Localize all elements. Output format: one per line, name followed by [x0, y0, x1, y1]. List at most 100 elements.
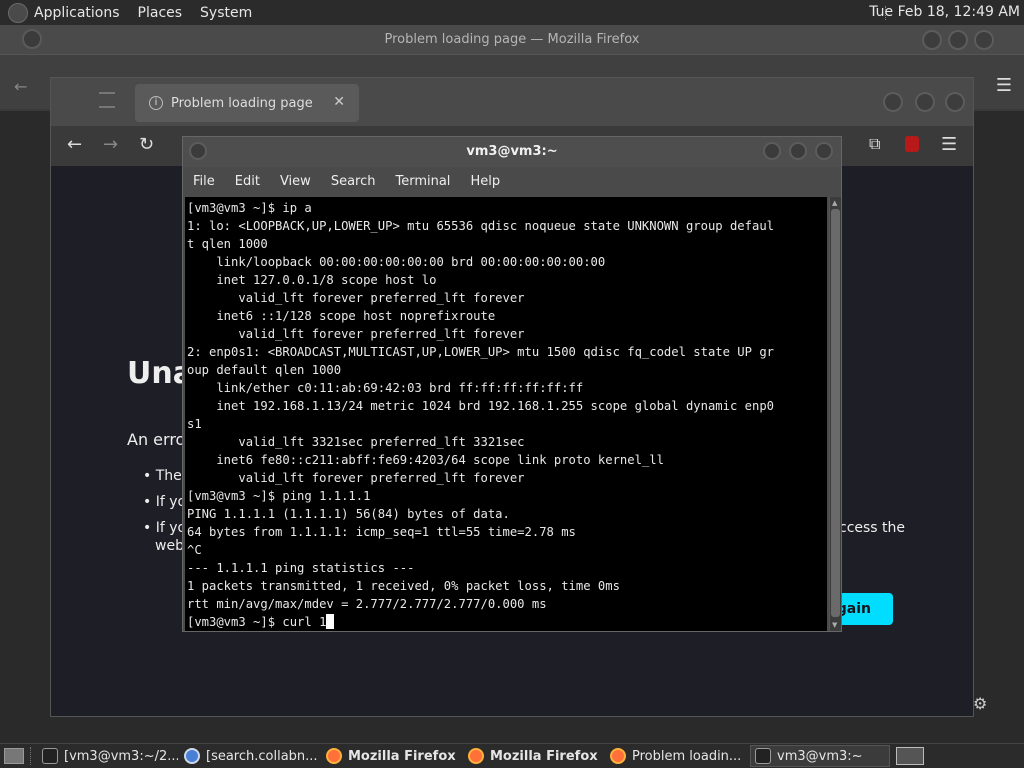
terminal-line: t qlen 1000	[187, 237, 268, 251]
terminal-line: ^C	[187, 543, 202, 557]
menu-applications[interactable]: Applications	[34, 5, 120, 21]
taskbar-item-active[interactable]: vm3@vm3:~	[750, 745, 890, 767]
tab-title: Problem loading page	[171, 95, 313, 111]
maximize-icon[interactable]	[948, 30, 968, 50]
maximize-icon[interactable]	[915, 92, 935, 112]
taskbar-item[interactable]: [search.collabn...	[180, 745, 320, 767]
forward-arrow-icon[interactable]: →	[103, 134, 118, 155]
error-bullet-continuation: web	[155, 538, 184, 554]
taskbar-item-label: [vm3@vm3:~/2...	[64, 748, 178, 764]
terminal-line: oup default qlen 1000	[187, 363, 342, 377]
close-icon[interactable]	[945, 92, 965, 112]
terminal-line: --- 1.1.1.1 ping statistics ---	[187, 561, 415, 575]
error-bullet: • The	[143, 468, 182, 484]
minimize-icon[interactable]	[922, 30, 942, 50]
extensions-icon[interactable]: ⧉	[869, 134, 880, 154]
terminal-line: s1	[187, 417, 202, 431]
back-arrow-icon[interactable]: ←	[14, 77, 27, 96]
terminal-line: valid_lft 3321sec preferred_lft 3321sec	[187, 435, 525, 449]
terminal-input: [vm3@vm3 ~]$ curl 1	[187, 615, 327, 629]
terminal-line: link/ether c0:11:ab:69:42:03 brd ff:ff:f…	[187, 381, 584, 395]
terminal-line: valid_lft forever preferred_lft forever	[187, 327, 525, 341]
close-icon[interactable]	[815, 142, 833, 160]
top-panel: Applications Places System Tue Feb 18, 1…	[0, 0, 1024, 25]
terminal-line: [vm3@vm3 ~]$ ping 1.1.1.1	[187, 489, 371, 503]
terminal-line: inet6 fe80::c211:abff:fe69:4203/64 scope…	[187, 453, 664, 467]
taskbar-item[interactable]: Mozilla Firefox	[464, 745, 604, 767]
terminal-line: valid_lft forever preferred_lft forever	[187, 471, 525, 485]
gear-icon[interactable]: ⚙	[973, 694, 987, 713]
tab-list-icon[interactable]	[99, 92, 115, 108]
taskbar-item[interactable]: [vm3@vm3:~/2...	[38, 745, 178, 767]
taskbar-item[interactable]: Problem loadin...	[606, 745, 748, 767]
terminal-line: inet 192.168.1.13/24 metric 1024 brd 192…	[187, 399, 774, 413]
menu-search[interactable]: Search	[321, 174, 386, 189]
info-icon: i	[149, 96, 163, 110]
workspace-switcher[interactable]	[896, 747, 924, 765]
outer-window-titlebar[interactable]: Problem loading page — Mozilla Firefox	[0, 25, 1024, 55]
terminal-scrollbar[interactable]: ▲ ▼	[829, 197, 841, 631]
terminal-icon	[755, 748, 771, 764]
firefox-icon	[468, 748, 484, 764]
hamburger-menu-icon[interactable]: ☰	[941, 134, 957, 155]
reload-icon[interactable]: ↻	[139, 134, 154, 155]
ublock-origin-icon[interactable]	[905, 136, 919, 152]
terminal-icon	[42, 748, 58, 764]
taskbar-item-label: Mozilla Firefox	[348, 748, 456, 764]
taskbar-item-label: Mozilla Firefox	[490, 748, 598, 764]
hamburger-menu-icon[interactable]: ☰	[996, 75, 1012, 96]
window-menu-icon[interactable]	[189, 142, 207, 160]
error-bullet: • If yo	[143, 520, 187, 536]
taskbar-item-label: Problem loadin...	[632, 748, 742, 764]
firefox-icon	[326, 748, 342, 764]
error-bullet-tail: ccess the	[839, 520, 906, 536]
terminal-menubar: File Edit View Search Terminal Help	[183, 167, 841, 195]
menu-edit[interactable]: Edit	[225, 174, 270, 189]
menu-file[interactable]: File	[183, 174, 225, 189]
terminal-output[interactable]: [vm3@vm3 ~]$ ip a 1: lo: <LOOPBACK,UP,LOW…	[185, 197, 827, 631]
scroll-up-icon[interactable]: ▲	[832, 199, 837, 207]
terminal-line: [vm3@vm3 ~]$ ip a	[187, 201, 312, 215]
firefox-icon	[610, 748, 626, 764]
clock[interactable]: Tue Feb 18, 12:49 AM	[869, 4, 1020, 20]
back-arrow-icon[interactable]: ←	[67, 134, 82, 155]
scrollbar-thumb[interactable]	[831, 209, 840, 617]
minimize-icon[interactable]	[883, 92, 903, 112]
terminal-line: PING 1.1.1.1 (1.1.1.1) 56(84) bytes of d…	[187, 507, 510, 521]
tab-bar: i Problem loading page ✕	[51, 78, 973, 126]
terminal-window: vm3@vm3:~ File Edit View Search Terminal…	[182, 136, 842, 632]
terminal-line: link/loopback 00:00:00:00:00:00 brd 00:0…	[187, 255, 606, 269]
taskbar-separator	[30, 747, 32, 765]
tab-close-icon[interactable]: ✕	[333, 94, 345, 110]
menu-help[interactable]: Help	[460, 174, 510, 189]
terminal-titlebar[interactable]: vm3@vm3:~	[183, 137, 841, 167]
error-description: An erro	[127, 430, 186, 449]
taskbar-item-label: [search.collabn...	[206, 748, 318, 764]
tab-problem-loading[interactable]: i Problem loading page ✕	[135, 84, 359, 122]
terminal-title: vm3@vm3:~	[466, 144, 558, 159]
show-desktop-icon[interactable]	[4, 748, 24, 764]
terminal-line: 1 packets transmitted, 1 received, 0% pa…	[187, 579, 620, 593]
outer-window-title: Problem loading page — Mozilla Firefox	[384, 32, 640, 47]
menu-view[interactable]: View	[270, 174, 321, 189]
distro-logo-icon[interactable]	[8, 2, 28, 23]
maximize-icon[interactable]	[789, 142, 807, 160]
terminal-line: inet6 ::1/128 scope host noprefixroute	[187, 309, 496, 323]
terminal-line: valid_lft forever preferred_lft forever	[187, 291, 525, 305]
taskbar-item[interactable]: Mozilla Firefox	[322, 745, 462, 767]
chrome-icon	[184, 748, 200, 764]
terminal-line: inet 127.0.0.1/8 scope host lo	[187, 273, 437, 287]
window-menu-icon[interactable]	[22, 29, 42, 49]
close-icon[interactable]	[974, 30, 994, 50]
terminal-line: 2: enp0s1: <BROADCAST,MULTICAST,UP,LOWER…	[187, 345, 774, 359]
terminal-line: 64 bytes from 1.1.1.1: icmp_seq=1 ttl=55…	[187, 525, 576, 539]
taskbar: [vm3@vm3:~/2... [search.collabn... Mozil…	[0, 743, 1024, 768]
scroll-down-icon[interactable]: ▼	[832, 621, 837, 629]
minimize-icon[interactable]	[763, 142, 781, 160]
error-bullet: • If yo	[143, 494, 187, 510]
terminal-line: rtt min/avg/max/mdev = 2.777/2.777/2.777…	[187, 597, 547, 611]
terminal-prompt-line[interactable]: [vm3@vm3 ~]$ curl 1	[187, 613, 825, 631]
menu-places[interactable]: Places	[138, 5, 183, 21]
menu-system[interactable]: System	[200, 5, 252, 21]
menu-terminal[interactable]: Terminal	[385, 174, 460, 189]
